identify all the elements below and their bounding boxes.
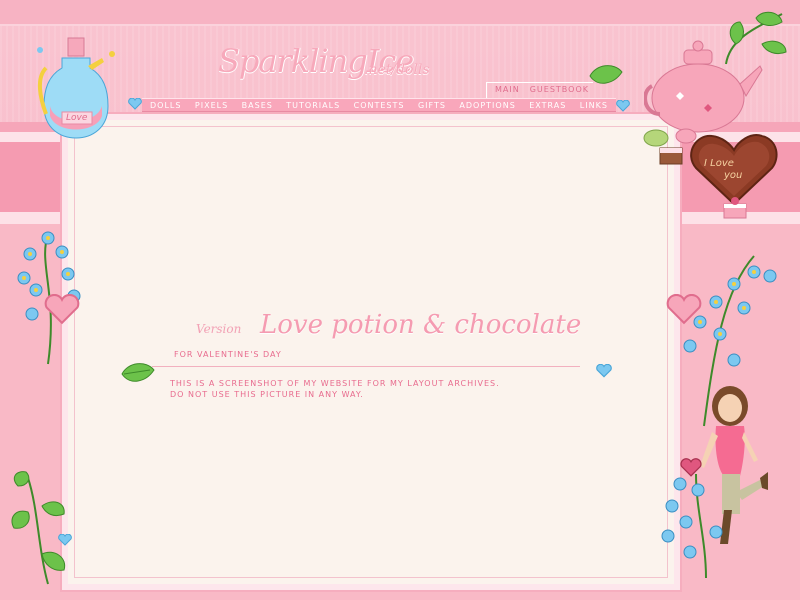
version-label: Version (196, 322, 242, 336)
dessert-icon (723, 197, 747, 219)
link-main[interactable]: Main (495, 85, 520, 99)
description: This is a screenshot of my website for m… (170, 378, 500, 400)
heart-icon (44, 294, 80, 325)
leaf-icon (589, 65, 623, 84)
content-panel (62, 114, 680, 590)
heart-icon (128, 98, 142, 110)
nav-gifts[interactable]: Gifts (418, 101, 446, 110)
link-guestbook[interactable]: Guestbook (530, 85, 589, 99)
top-links: Main Guestbook (486, 82, 593, 99)
version-subtitle: for valentine's day (174, 350, 282, 359)
chocolate-text-line: I Love (704, 158, 734, 169)
potion-bottle-icon (37, 37, 115, 139)
nav-bases[interactable]: Bases (242, 101, 273, 110)
potion-label: Love (66, 113, 88, 123)
nav-tutorials[interactable]: Tutorials (286, 101, 340, 110)
version-heading: Version Love potion & chocolate (196, 310, 581, 340)
nav-dolls[interactable]: Dolls (150, 101, 181, 110)
content-border (74, 126, 668, 578)
flower-vine-icon (661, 473, 723, 579)
site-subtitle: .net/dolls (364, 62, 430, 78)
description-line: This is a screenshot of my website for m… (170, 379, 500, 388)
heart-icon (596, 364, 612, 378)
version-title: Love potion & chocolate (260, 310, 582, 340)
leaf-icon (121, 363, 155, 382)
nav-links[interactable]: Links (580, 101, 608, 110)
divider (152, 366, 580, 367)
leaf-icon (11, 471, 66, 585)
nav-pixels[interactable]: Pixels (195, 101, 228, 110)
heart-icon (666, 294, 702, 325)
nav-contests[interactable]: Contests (354, 101, 405, 110)
main-nav: Dolls Pixels Bases Tutorials Contests Gi… (142, 98, 616, 112)
description-line: Do not use this picture in any way. (170, 390, 364, 399)
nav-extras[interactable]: Extras (529, 101, 566, 110)
heart-icon (616, 100, 630, 112)
chocolate-text: I Love you (704, 158, 742, 182)
leaf-icon (725, 11, 787, 65)
header-band (0, 0, 800, 26)
heart-icon (58, 534, 72, 546)
nav-adoptions[interactable]: Adoptions (459, 101, 515, 110)
chocolate-text-line: you (724, 170, 743, 181)
